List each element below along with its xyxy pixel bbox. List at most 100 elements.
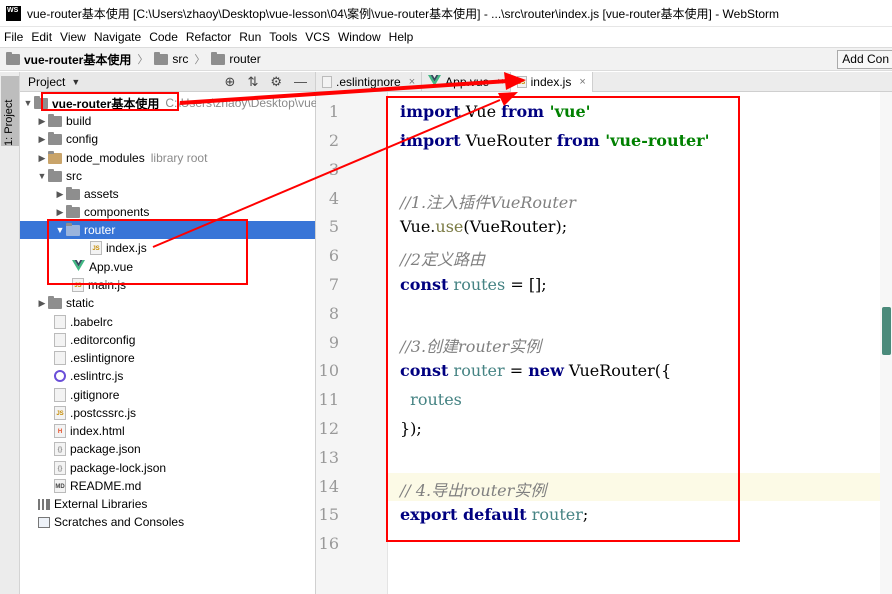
menu-tools[interactable]: Tools <box>269 30 297 44</box>
menu-help[interactable]: Help <box>389 30 414 44</box>
ignore-file-icon <box>54 388 66 402</box>
project-panel-header: Project ▼ ⊕ ⇅ ⚙ — <box>20 72 315 92</box>
folder-icon <box>48 131 62 145</box>
hide-panel-icon[interactable]: — <box>294 74 307 90</box>
js-file-icon: JS <box>516 76 527 88</box>
config-file-icon <box>54 315 66 329</box>
menu-run[interactable]: Run <box>239 30 261 44</box>
chevron-down-icon[interactable]: ▼ <box>36 171 48 181</box>
tree-item-scratches[interactable]: Scratches and Consoles <box>36 513 184 531</box>
tab-eslintignore[interactable]: .eslintignore × <box>316 72 423 92</box>
editor-scrollbar[interactable] <box>880 92 892 594</box>
tree-item-assets[interactable]: ▶ assets <box>54 185 119 203</box>
json-file-icon: {} <box>54 442 66 456</box>
config-file-icon <box>54 333 66 347</box>
line-number: 9 <box>328 333 339 352</box>
chevron-right-icon[interactable]: ▶ <box>36 116 48 127</box>
chevron-right-icon[interactable]: ▶ <box>36 298 48 309</box>
folder-icon <box>154 51 169 65</box>
ignore-file-icon <box>54 351 66 365</box>
scratches-icon <box>38 516 50 528</box>
chevron-down-icon[interactable]: ▼ <box>22 98 34 108</box>
tab-index-js[interactable]: JS index.js × <box>510 72 593 92</box>
ignore-file-icon <box>322 76 332 88</box>
chevron-right-icon[interactable]: ▶ <box>36 153 48 164</box>
menu-view[interactable]: View <box>60 30 86 44</box>
tree-item-node-modules[interactable]: ▶ node_modules library root <box>36 149 207 167</box>
tree-item-src[interactable]: ▼ src <box>36 167 82 185</box>
menu-refactor[interactable]: Refactor <box>186 30 231 44</box>
project-panel: Project ▼ ⊕ ⇅ ⚙ — ▼ vue-router基本使用 C:\Us… <box>20 72 331 594</box>
title-bar: WS vue-router基本使用 [C:\Users\zhaoy\Deskto… <box>0 0 892 27</box>
chevron-down-icon[interactable]: ▼ <box>71 77 80 87</box>
folder-icon <box>48 150 62 164</box>
breadcrumb-router[interactable]: router <box>211 51 261 66</box>
tree-item-eslintignore[interactable]: .eslintignore <box>54 349 135 367</box>
tree-item-package-json[interactable]: {} package.json <box>54 440 141 458</box>
menu-file[interactable]: File <box>4 30 23 44</box>
close-icon[interactable]: × <box>409 76 415 88</box>
line-number: 15 <box>318 505 339 524</box>
menu-code[interactable]: Code <box>149 30 178 44</box>
tab-app-vue[interactable]: App.vue × <box>422 72 511 92</box>
tool-window-strip: 1: Project <box>0 72 20 594</box>
project-view-selector[interactable]: Project <box>28 75 65 89</box>
breadcrumb-project[interactable]: vue-router基本使用 <box>6 51 131 68</box>
library-icon <box>38 498 50 510</box>
folder-icon <box>66 204 80 218</box>
tree-item-static[interactable]: ▶ static <box>36 294 94 312</box>
line-number: 11 <box>318 390 339 409</box>
tree-item-editorconfig[interactable]: .editorconfig <box>54 331 135 349</box>
line-number: 16 <box>318 534 339 553</box>
line-number: 1 <box>328 102 339 121</box>
menu-edit[interactable]: Edit <box>31 30 52 44</box>
folder-icon <box>48 113 62 127</box>
line-number: 2 <box>328 131 339 150</box>
menu-navigate[interactable]: Navigate <box>94 30 141 44</box>
editor-gutter: 1 2 3 4 5 6 7 8 9 10 11 12 13 14 15 16 <box>316 92 388 594</box>
line-number: 3 <box>328 160 339 179</box>
line-number: 4 <box>328 189 339 208</box>
project-panel-tools: ⊕ ⇅ ⚙ — <box>225 74 307 90</box>
tree-item-build[interactable]: ▶ build <box>36 112 91 130</box>
tree-item-package-lock-json[interactable]: {} package-lock.json <box>54 459 166 477</box>
tree-item-config[interactable]: ▶ config <box>36 130 98 148</box>
tree-item-readme[interactable]: MD README.md <box>54 477 141 495</box>
line-number: 13 <box>318 448 339 467</box>
close-icon[interactable]: × <box>497 76 503 88</box>
breadcrumb-src[interactable]: src <box>154 51 188 66</box>
vue-file-icon <box>428 75 442 89</box>
tree-item-external-libraries[interactable]: External Libraries <box>36 495 147 513</box>
tree-item-postcssrc[interactable]: JS .postcssrc.js <box>54 404 136 422</box>
project-tool-label: 1: Project <box>3 99 15 146</box>
tree-item-gitignore[interactable]: .gitignore <box>54 386 119 404</box>
menu-vcs[interactable]: VCS <box>305 30 330 44</box>
line-number: 8 <box>328 304 339 323</box>
menu-window[interactable]: Window <box>338 30 381 44</box>
window-title: vue-router基本使用 [C:\Users\zhaoy\Desktop\v… <box>27 6 779 21</box>
annotation-box-router-folder <box>47 219 248 285</box>
folder-icon <box>66 186 80 200</box>
folder-icon <box>6 51 20 65</box>
line-number: 6 <box>328 246 339 265</box>
line-number: 10 <box>318 361 339 380</box>
add-configuration-button[interactable]: Add Con <box>837 50 892 69</box>
chevron-right-icon[interactable]: ▶ <box>54 207 66 218</box>
chevron-right-icon[interactable]: ▶ <box>54 189 66 200</box>
scroll-marker <box>882 307 891 355</box>
collapse-all-icon[interactable]: ⇅ <box>247 74 258 90</box>
breadcrumb-separator: 〉 <box>137 54 149 66</box>
locate-icon[interactable]: ⊕ <box>225 74 236 90</box>
close-icon[interactable]: × <box>579 76 585 88</box>
editor-tabs: .eslintignore × App.vue × JS index.js × <box>316 72 892 92</box>
json-file-icon: {} <box>54 461 66 475</box>
gear-icon[interactable]: ⚙ <box>270 74 282 90</box>
tree-item-index-html[interactable]: H index.html <box>54 422 125 440</box>
annotation-box-project-root <box>41 92 179 111</box>
project-tool-tab[interactable]: 1: Project <box>1 76 19 146</box>
tree-item-eslintrc[interactable]: .eslintrc.js <box>54 367 123 385</box>
tree-item-babelrc[interactable]: .babelrc <box>54 313 113 331</box>
eslint-file-icon <box>54 370 66 382</box>
chevron-right-icon[interactable]: ▶ <box>36 134 48 145</box>
line-number: 14 <box>318 477 339 496</box>
